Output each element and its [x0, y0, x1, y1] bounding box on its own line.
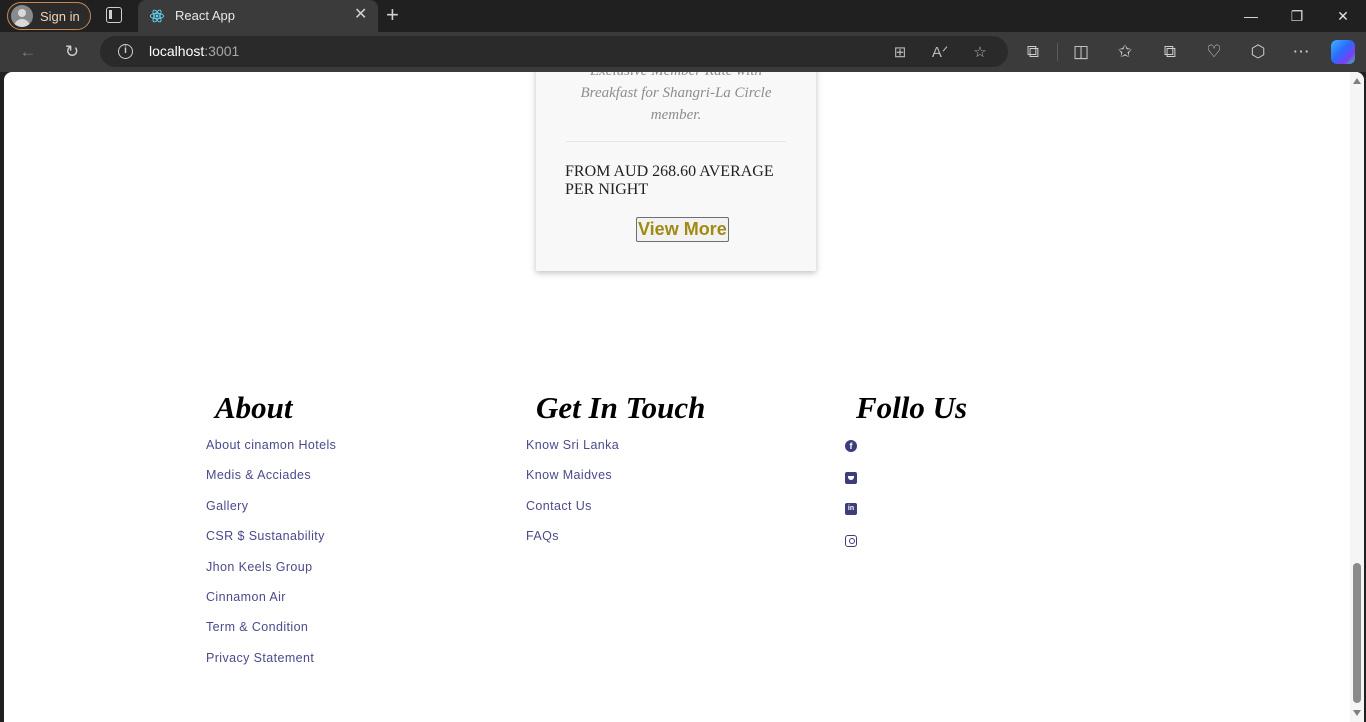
url-text: localhost:3001: [149, 43, 239, 59]
about-heading: About: [215, 390, 293, 425]
refresh-icon[interactable]: ↻: [60, 40, 84, 64]
url-host: localhost: [149, 43, 205, 59]
about-links: About cinamon Hotels Medis & Acciades Ga…: [206, 438, 336, 681]
about-link[interactable]: Privacy Statement: [206, 651, 336, 681]
contact-link[interactable]: Know Maidves: [526, 468, 619, 498]
about-link[interactable]: CSR $ Sustanability: [206, 529, 336, 559]
toolbar-divider: [1057, 43, 1058, 61]
follow-us-heading: Follo Us: [856, 390, 968, 425]
tab-actions-icon[interactable]: [106, 7, 122, 23]
favorite-star-icon[interactable]: ☆: [970, 42, 990, 62]
sign-in-label: Sign in: [40, 8, 80, 24]
more-menu-icon[interactable]: ⋯: [1289, 40, 1313, 64]
split-screen-icon[interactable]: ◫: [1069, 40, 1093, 64]
browser-tab-active[interactable]: React App ✕: [138, 0, 378, 32]
site-info-icon[interactable]: i: [118, 44, 133, 59]
minimize-window-icon[interactable]: —: [1228, 0, 1274, 32]
extensions-icon[interactable]: ⧉: [1021, 40, 1045, 64]
instagram-icon[interactable]: [845, 534, 857, 547]
profile-avatar-icon: [11, 5, 33, 27]
address-bar[interactable]: i localhost:3001 ⊞ Aᐟ ☆: [100, 36, 1008, 67]
app-available-icon[interactable]: ⊞: [890, 42, 910, 62]
scroll-down-arrow-icon[interactable]: [1353, 710, 1361, 716]
about-link[interactable]: Gallery: [206, 499, 336, 529]
new-tab-icon[interactable]: +: [386, 3, 399, 27]
copilot-icon[interactable]: [1331, 40, 1355, 64]
sign-in-button[interactable]: Sign in: [7, 2, 91, 30]
tab-title: React App: [175, 8, 235, 23]
offer-description: Exclusive Member Rate with Breakfast for…: [566, 72, 786, 126]
favorites-icon[interactable]: ✩: [1113, 40, 1137, 64]
react-logo-icon: [149, 9, 165, 23]
about-link[interactable]: Cinnamon Air: [206, 590, 336, 620]
contact-link[interactable]: FAQs: [526, 529, 619, 559]
about-link[interactable]: About cinamon Hotels: [206, 438, 336, 468]
about-link[interactable]: Medis & Acciades: [206, 468, 336, 498]
contact-link[interactable]: Know Sri Lanka: [526, 438, 619, 468]
browser-toolbar: ← ↻ i localhost:3001 ⊞ Aᐟ ☆ ⧉ ◫ ✩ ⧉ ♡ ⬡ …: [0, 32, 1366, 72]
page-viewport: Exclusive Member Rate with Breakfast for…: [4, 72, 1364, 722]
close-window-icon[interactable]: ✕: [1320, 0, 1366, 32]
browser-tab-bar: Sign in React App ✕ + — ❐ ✕: [0, 0, 1366, 32]
page-scrollbar[interactable]: [1350, 72, 1364, 722]
social-links: f in: [845, 440, 857, 566]
scroll-up-arrow-icon[interactable]: [1353, 78, 1361, 84]
back-icon[interactable]: ←: [16, 40, 40, 64]
about-link[interactable]: Jhon Keels Group: [206, 560, 336, 590]
read-aloud-icon[interactable]: Aᐟ: [930, 42, 950, 62]
contact-link[interactable]: Contact Us: [526, 499, 619, 529]
card-divider: [566, 141, 786, 142]
collections-icon[interactable]: ⧉: [1158, 40, 1182, 64]
offer-description-line: member.: [650, 107, 702, 123]
room-offer-card: Exclusive Member Rate with Breakfast for…: [536, 72, 816, 271]
url-port: :3001: [204, 43, 240, 59]
facebook-icon[interactable]: f: [845, 440, 857, 452]
offer-price: FROM AUD 268.60 AVERAGE PER NIGHT: [565, 163, 774, 198]
offer-description-line: Exclusive Member Rate with: [566, 72, 786, 82]
performance-icon[interactable]: ⬡: [1246, 40, 1270, 64]
close-tab-icon[interactable]: ✕: [354, 6, 367, 24]
browser-essentials-icon[interactable]: ♡: [1202, 40, 1226, 64]
about-link[interactable]: Term & Condition: [206, 620, 336, 650]
offer-description-line: Breakfast for Shangri-La Circle: [580, 85, 772, 101]
contact-links: Know Sri Lanka Know Maidves Contact Us F…: [526, 438, 619, 560]
restore-window-icon[interactable]: ❐: [1274, 0, 1320, 32]
get-in-touch-heading: Get In Touch: [536, 390, 706, 425]
scrollbar-thumb[interactable]: [1353, 563, 1361, 703]
twitter-icon[interactable]: [845, 471, 857, 484]
linkedin-icon[interactable]: in: [845, 503, 857, 515]
view-more-button[interactable]: View More: [636, 217, 729, 242]
